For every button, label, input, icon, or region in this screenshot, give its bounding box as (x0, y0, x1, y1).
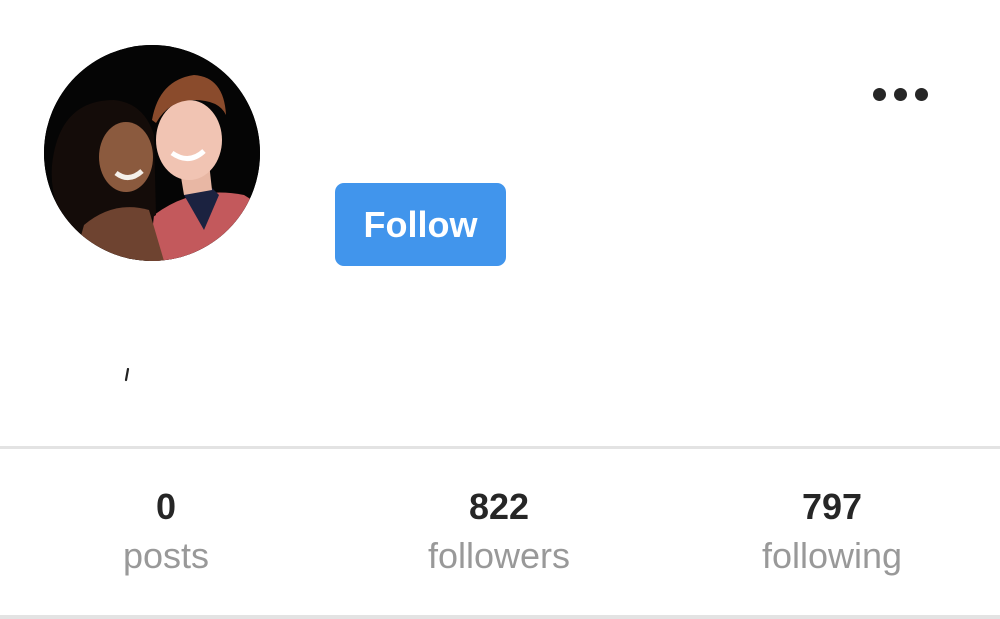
follow-button[interactable]: Follow (335, 183, 506, 266)
followers-count: 822 (468, 486, 530, 527)
stats-divider-bottom (0, 615, 1000, 619)
following-count: 797 (801, 486, 863, 527)
more-options-icon (872, 87, 886, 101)
posts-stat[interactable]: 0 posts (36, 484, 296, 582)
avatar[interactable] (44, 45, 260, 261)
following-stat[interactable]: 797 following (702, 484, 962, 582)
avatar-photo (44, 45, 260, 261)
more-options-icon (914, 87, 928, 101)
more-options-button[interactable] (862, 76, 938, 112)
followers-stat[interactable]: 822 followers (369, 484, 629, 582)
bio-text-fragment (124, 368, 130, 382)
posts-count: 0 (155, 486, 177, 527)
following-label: following (761, 535, 903, 576)
followers-label: followers (427, 535, 571, 576)
more-options-icon (893, 87, 907, 101)
stats-divider-top (0, 446, 1000, 449)
posts-label: posts (122, 535, 210, 576)
